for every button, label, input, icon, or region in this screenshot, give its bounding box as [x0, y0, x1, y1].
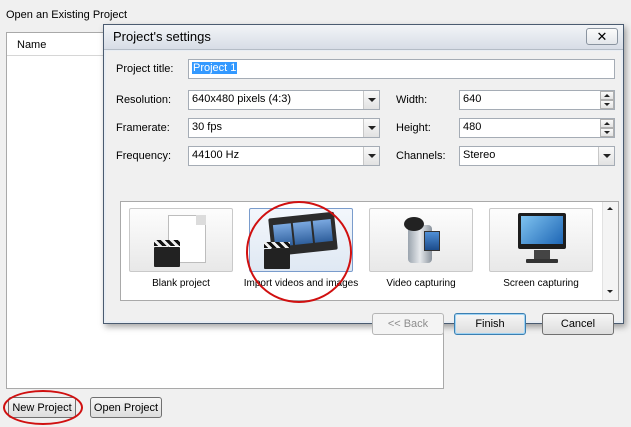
channels-label: Channels:: [396, 150, 446, 162]
scroll-down-icon[interactable]: [607, 290, 613, 293]
channels-select[interactable]: Stereo: [459, 146, 615, 166]
width-value: 640: [463, 93, 482, 105]
height-stepper[interactable]: 480: [459, 118, 615, 138]
frequency-value: 44100 Hz: [192, 149, 240, 161]
chevron-down-icon[interactable]: [363, 91, 379, 109]
project-settings-dialog: Project's settings ✕ Project title: Proj…: [103, 24, 624, 335]
frequency-select[interactable]: 44100 Hz: [188, 146, 380, 166]
finish-button[interactable]: Finish: [454, 313, 526, 335]
open-existing-project-title: Open an Existing Project: [6, 9, 128, 21]
frequency-label: Frequency:: [116, 150, 172, 162]
chevron-down-icon[interactable]: [363, 147, 379, 165]
import-videos-label[interactable]: Import videos and images: [242, 278, 360, 290]
tiles-scrollbar[interactable]: [602, 202, 618, 300]
dialog-body: Project title: Project 1 Resolution: 640…: [106, 51, 621, 335]
spin-down-icon[interactable]: [600, 128, 614, 137]
framerate-value: 30 fps: [192, 121, 222, 133]
dialog-title: Project's settings: [113, 29, 211, 44]
close-icon: ✕: [596, 29, 608, 44]
close-button[interactable]: ✕: [586, 28, 618, 45]
project-type-list: Blank project Import videos and images V…: [120, 201, 619, 301]
cancel-button[interactable]: Cancel: [542, 313, 614, 335]
width-stepper[interactable]: 640: [459, 90, 615, 110]
project-title-label: Project title:: [116, 63, 174, 75]
blank-project-label[interactable]: Blank project: [122, 278, 240, 290]
project-title-input[interactable]: Project 1: [188, 59, 615, 79]
name-column-header[interactable]: Name: [17, 39, 46, 51]
screen-capturing-label[interactable]: Screen capturing: [482, 278, 600, 290]
resolution-value: 640x480 pixels (4:3): [192, 93, 292, 105]
scroll-up-icon[interactable]: [607, 207, 613, 210]
screen-capturing-tile[interactable]: [489, 208, 593, 272]
resolution-label: Resolution:: [116, 94, 172, 106]
back-button[interactable]: << Back: [372, 313, 444, 335]
new-project-button[interactable]: New Project: [8, 397, 76, 418]
project-title-value: Project 1: [192, 62, 238, 74]
blank-project-tile[interactable]: [129, 208, 233, 272]
chevron-down-icon[interactable]: [598, 147, 614, 165]
video-capturing-tile[interactable]: [369, 208, 473, 272]
video-camera-icon: [404, 215, 440, 265]
width-label: Width:: [396, 94, 428, 106]
resolution-select[interactable]: 640x480 pixels (4:3): [188, 90, 380, 110]
framerate-select[interactable]: 30 fps: [188, 118, 380, 138]
video-capturing-label[interactable]: Video capturing: [362, 278, 480, 290]
channels-value: Stereo: [463, 149, 496, 161]
spin-up-icon[interactable]: [600, 91, 614, 100]
height-label: Height:: [396, 122, 431, 134]
framerate-label: Framerate:: [116, 122, 170, 134]
import-videos-tile[interactable]: [249, 208, 353, 272]
spin-up-icon[interactable]: [600, 119, 614, 128]
open-project-button[interactable]: Open Project: [90, 397, 162, 418]
height-value: 480: [463, 121, 482, 133]
dialog-titlebar[interactable]: Project's settings ✕: [104, 25, 623, 50]
spin-down-icon[interactable]: [600, 100, 614, 109]
chevron-down-icon[interactable]: [363, 119, 379, 137]
